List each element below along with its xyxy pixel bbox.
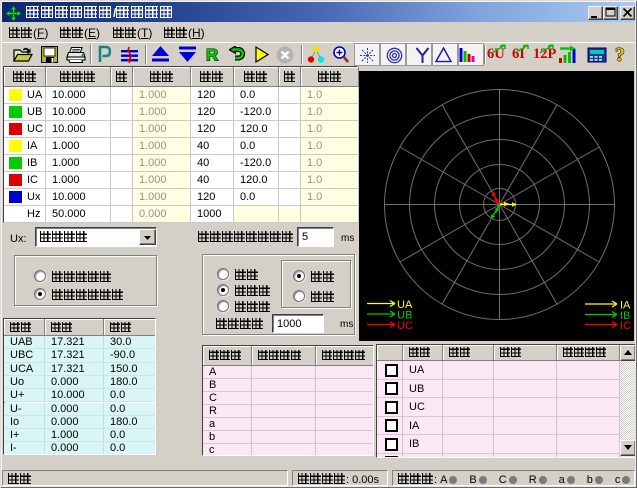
svg-text:IC: IC <box>620 320 631 332</box>
svg-text:R: R <box>206 46 218 65</box>
svg-text:?: ? <box>615 44 625 65</box>
svg-text:UC: UC <box>397 320 413 332</box>
